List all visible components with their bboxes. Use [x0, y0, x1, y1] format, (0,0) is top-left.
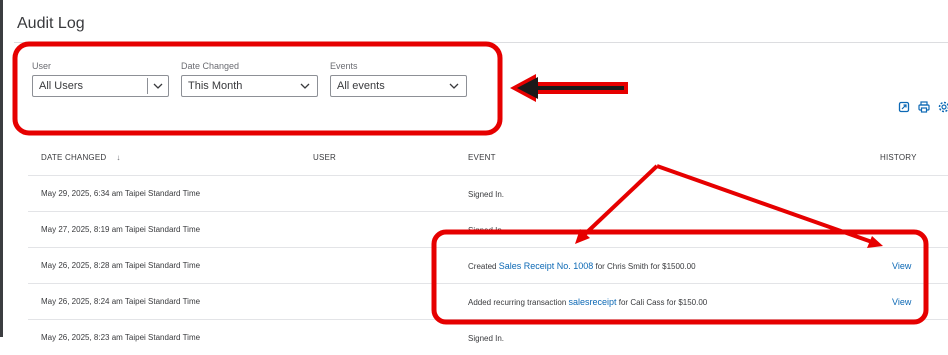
row-user: [312, 284, 467, 320]
events-filter: Events All events: [330, 61, 467, 97]
row-user: [312, 248, 467, 284]
user-select[interactable]: All Users: [32, 75, 169, 97]
row-event: Signed In.: [467, 320, 879, 355]
chevron-down-icon[interactable]: [448, 80, 460, 92]
sort-down-icon[interactable]: ↓: [116, 153, 120, 162]
event-text: Signed In.: [468, 226, 504, 235]
chevron-down-icon[interactable]: [152, 80, 164, 92]
user-filter-label: User: [32, 61, 169, 71]
user-header: USER: [312, 139, 467, 176]
table-row: May 26, 2025, 8:28 am Taipei Standard Ti…: [28, 248, 948, 284]
table-row: May 29, 2025, 6:34 am Taipei Standard Ti…: [28, 176, 948, 212]
audit-log-table: DATE CHANGED ↓ USER EVENT HISTORY May 29,…: [28, 139, 948, 355]
table-row: May 26, 2025, 8:24 am Taipei Standard Ti…: [28, 284, 948, 320]
event-link[interactable]: Sales Receipt No. 1008: [499, 261, 594, 271]
view-history-link[interactable]: View: [892, 297, 911, 307]
divider: [14, 42, 948, 43]
event-text: Signed In.: [468, 190, 504, 199]
row-history: [879, 320, 948, 355]
left-arrow-annotation: [510, 74, 628, 102]
date-changed-header-label: DATE CHANGED: [41, 153, 106, 162]
user-filter: User All Users: [32, 61, 169, 97]
chevron-down-icon[interactable]: [299, 80, 311, 92]
row-user: [312, 320, 467, 355]
row-history: [879, 212, 948, 248]
row-date: May 27, 2025, 8:19 am Taipei Standard Ti…: [28, 212, 312, 248]
table-row: May 26, 2025, 8:23 am Taipei Standard Ti…: [28, 320, 948, 355]
event-text: Added recurring transaction: [468, 298, 569, 307]
date-changed-label: Date Changed: [181, 61, 318, 71]
event-header: EVENT: [467, 139, 879, 176]
table-row: May 27, 2025, 8:19 am Taipei Standard Ti…: [28, 212, 948, 248]
date-changed-value: This Month: [188, 80, 242, 92]
event-text-suffix: for Cali Cass for $150.00: [617, 298, 708, 307]
row-event: Signed In.: [467, 212, 879, 248]
row-history: [879, 176, 948, 212]
row-date: May 29, 2025, 6:34 am Taipei Standard Ti…: [28, 176, 312, 212]
table-header-row: DATE CHANGED ↓ USER EVENT HISTORY: [28, 139, 948, 176]
window-edge: [0, 0, 3, 337]
page-title: Audit Log: [17, 15, 85, 33]
history-header: HISTORY: [879, 139, 948, 176]
date-changed-select[interactable]: This Month: [181, 75, 318, 97]
row-history: View: [879, 248, 948, 284]
date-changed-filter: Date Changed This Month: [181, 61, 318, 97]
table-toolbar: [898, 101, 948, 113]
event-text: Created: [468, 262, 499, 271]
row-history: View: [879, 284, 948, 320]
event-text-suffix: for Chris Smith for $1500.00: [593, 262, 695, 271]
row-event: Added recurring transaction salesreceipt…: [467, 284, 879, 320]
row-date: May 26, 2025, 8:23 am Taipei Standard Ti…: [28, 320, 312, 355]
print-icon[interactable]: [918, 101, 930, 113]
row-date: May 26, 2025, 8:24 am Taipei Standard Ti…: [28, 284, 312, 320]
row-event: Signed In.: [467, 176, 879, 212]
date-changed-header[interactable]: DATE CHANGED ↓: [28, 139, 312, 176]
event-text: Signed In.: [468, 334, 504, 343]
row-date: May 26, 2025, 8:28 am Taipei Standard Ti…: [28, 248, 312, 284]
settings-icon[interactable]: [938, 101, 948, 113]
row-user: [312, 176, 467, 212]
view-history-link[interactable]: View: [892, 261, 911, 271]
export-icon[interactable]: [898, 101, 910, 113]
events-value: All events: [337, 80, 385, 92]
row-event: Created Sales Receipt No. 1008 for Chris…: [467, 248, 879, 284]
events-label: Events: [330, 61, 467, 71]
user-select-value: All Users: [39, 80, 83, 92]
events-select[interactable]: All events: [330, 75, 467, 97]
event-link[interactable]: salesreceipt: [569, 297, 617, 307]
select-divider: [147, 78, 148, 94]
row-user: [312, 212, 467, 248]
